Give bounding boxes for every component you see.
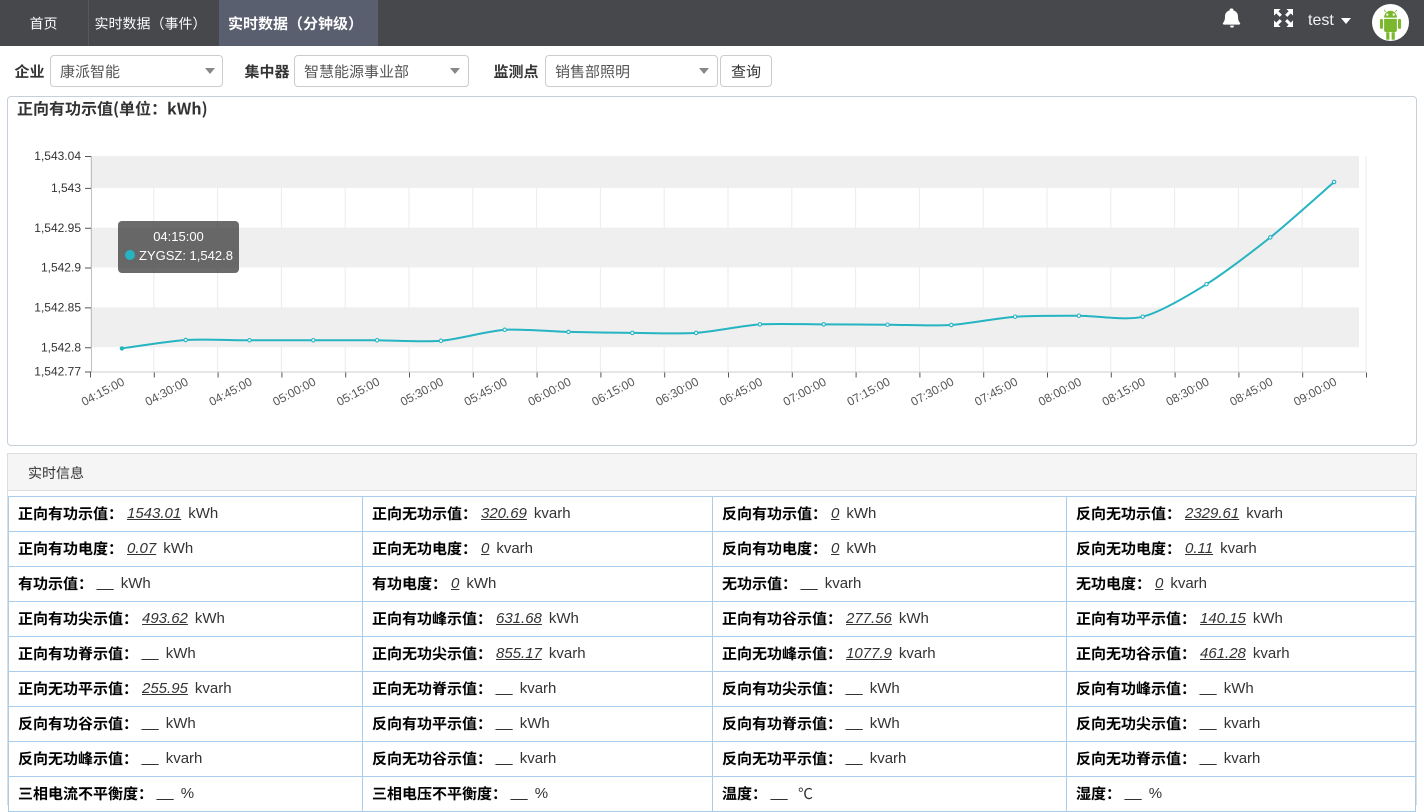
svg-text:07:15:00: 07:15:00: [845, 374, 893, 408]
svg-text:04:45:00: 04:45:00: [207, 374, 255, 408]
svg-text:07:00:00: 07:00:00: [781, 374, 829, 408]
svg-text:08:45:00: 08:45:00: [1227, 374, 1275, 408]
svg-text:06:45:00: 06:45:00: [717, 374, 765, 408]
svg-text:1,543.04: 1,543.04: [34, 149, 81, 163]
svg-text:04:30:00: 04:30:00: [143, 374, 191, 408]
svg-text:06:15:00: 06:15:00: [589, 374, 637, 408]
svg-text:1,543: 1,543: [51, 181, 81, 195]
svg-text:05:15:00: 05:15:00: [334, 374, 382, 408]
svg-text:07:45:00: 07:45:00: [972, 374, 1020, 408]
svg-text:08:00:00: 08:00:00: [1036, 374, 1084, 408]
svg-text:1,542.77: 1,542.77: [34, 365, 81, 379]
svg-text:04:15:00: 04:15:00: [79, 374, 127, 408]
svg-text:1,542.9: 1,542.9: [41, 261, 81, 275]
svg-text:09:00:00: 09:00:00: [1291, 374, 1339, 408]
svg-text:05:00:00: 05:00:00: [270, 374, 318, 408]
svg-text:05:30:00: 05:30:00: [398, 374, 446, 408]
svg-text:08:15:00: 08:15:00: [1100, 374, 1148, 408]
svg-text:08:30:00: 08:30:00: [1164, 374, 1212, 408]
svg-text:07:30:00: 07:30:00: [908, 374, 956, 408]
svg-text:05:45:00: 05:45:00: [462, 374, 510, 408]
svg-text:06:30:00: 06:30:00: [653, 374, 701, 408]
svg-text:1,542.95: 1,542.95: [34, 221, 81, 235]
svg-text:1,542.85: 1,542.85: [34, 301, 81, 315]
svg-text:06:00:00: 06:00:00: [526, 374, 574, 408]
svg-text:1,542.8: 1,542.8: [41, 340, 81, 354]
